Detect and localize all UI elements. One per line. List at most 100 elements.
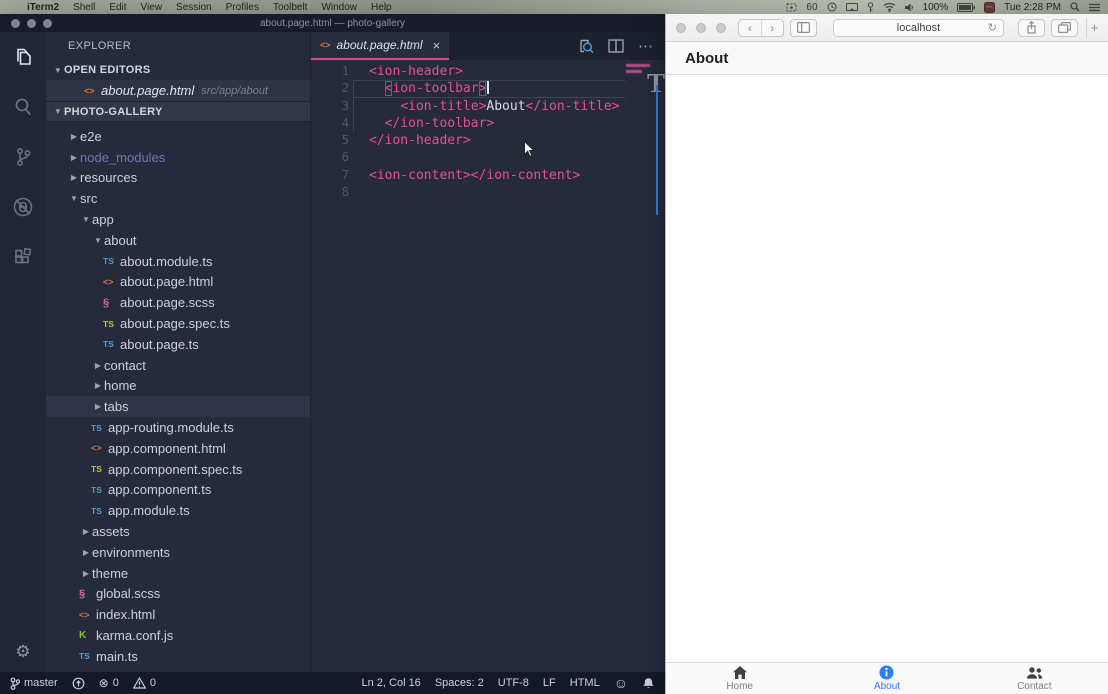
notification-center-icon[interactable] — [1089, 3, 1100, 12]
encoding-indicator[interactable]: UTF-8 — [498, 677, 529, 689]
code-line-1: 1<ion-header> — [311, 63, 665, 80]
menu-window[interactable]: Window — [314, 2, 364, 13]
notifications-bell-icon[interactable] — [642, 677, 655, 690]
chevron-down-icon: ▼ — [92, 236, 104, 245]
tree-item-app.component.spec.ts[interactable]: TSapp.component.spec.ts — [46, 459, 310, 480]
minimap[interactable] — [626, 70, 642, 73]
extensions-icon[interactable] — [10, 244, 36, 270]
tab-about[interactable]: About — [813, 663, 960, 694]
close-window-button[interactable] — [676, 23, 686, 33]
tree-item-app.component.html[interactable]: <>app.component.html — [46, 438, 310, 459]
tree-item-label: theme — [92, 566, 128, 581]
tree-item-tabs[interactable]: ▶tabs — [46, 396, 310, 417]
more-actions-icon[interactable]: ⋯ — [638, 37, 653, 55]
back-button[interactable]: ‹ — [739, 20, 762, 36]
vscode-titlebar[interactable]: about.page.html — photo-gallery — [0, 14, 665, 32]
battery-icon[interactable] — [957, 3, 975, 12]
tree-item-about.page.ts[interactable]: TSabout.page.ts — [46, 334, 310, 355]
menu-shell[interactable]: Shell — [66, 2, 102, 13]
tree-item-index.html[interactable]: <>index.html — [46, 604, 310, 625]
sidebar-button[interactable] — [790, 19, 817, 37]
url-text: localhost — [897, 22, 940, 34]
clock-icon[interactable] — [827, 2, 837, 12]
new-tab-button[interactable]: + — [1086, 18, 1102, 38]
tab-about-page-html[interactable]: <> about.page.html × — [311, 32, 449, 60]
tree-item-environments[interactable]: ▶environments — [46, 542, 310, 563]
key-icon[interactable] — [867, 2, 874, 13]
line-number: 8 — [311, 184, 349, 201]
tree-item-about.module.ts[interactable]: TSabout.module.ts — [46, 251, 310, 272]
cursor-position-indicator[interactable]: Ln 2, Col 16 — [361, 677, 420, 689]
forward-button[interactable]: › — [762, 20, 784, 36]
split-editor-icon[interactable] — [608, 39, 624, 53]
debug-icon[interactable] — [10, 194, 36, 220]
code-token — [369, 81, 385, 96]
tree-item-label: src — [80, 191, 97, 206]
language-mode-indicator[interactable]: HTML — [570, 677, 600, 689]
code-editor[interactable]: 1<ion-header>2 <ion-toolbar>3 <ion-title… — [311, 60, 665, 672]
tree-item-app[interactable]: ▼app — [46, 209, 310, 230]
warnings-indicator[interactable]: 0 — [133, 677, 156, 689]
tree-item-main.ts[interactable]: TSmain.ts — [46, 646, 310, 667]
tree-item-contact[interactable]: ▶contact — [46, 355, 310, 376]
tree-item-about[interactable]: ▼about — [46, 230, 310, 251]
wifi-icon[interactable] — [883, 2, 896, 12]
open-changes-icon[interactable] — [578, 38, 594, 54]
eol-indicator[interactable]: LF — [543, 677, 556, 689]
ts-file-icon: TS — [91, 485, 108, 495]
tree-item-about.page.scss[interactable]: §about.page.scss — [46, 292, 310, 313]
tab-contact[interactable]: Contact — [961, 663, 1108, 694]
tree-item-src[interactable]: ▼src — [46, 188, 310, 209]
source-control-icon[interactable] — [10, 144, 36, 170]
menu-toolbelt[interactable]: Toolbelt — [266, 2, 314, 13]
tree-item-theme[interactable]: ▶theme — [46, 563, 310, 584]
project-header[interactable]: ▼ PHOTO-GALLERY — [46, 101, 310, 122]
tree-item-e2e[interactable]: ▶e2e — [46, 126, 310, 147]
screenshot-icon[interactable] — [786, 3, 797, 12]
search-icon[interactable] — [10, 94, 36, 120]
menu-iterm2[interactable]: iTerm2 — [20, 2, 66, 13]
tab-overview-button[interactable] — [1051, 19, 1078, 37]
minimap[interactable] — [626, 64, 650, 67]
tree-item-app-routing.module.ts[interactable]: TSapp-routing.module.ts — [46, 417, 310, 438]
tree-item-home[interactable]: ▶home — [46, 376, 310, 397]
address-bar[interactable]: localhost ↻ — [833, 19, 1004, 37]
tree-item-about.page.spec.ts[interactable]: TSabout.page.spec.ts — [46, 313, 310, 334]
menu-session[interactable]: Session — [169, 2, 219, 13]
share-button[interactable] — [1018, 19, 1045, 37]
editor-tab-bar: <> about.page.html × ⋯ — [311, 32, 665, 60]
tree-item-app.module.ts[interactable]: TSapp.module.ts — [46, 500, 310, 521]
files-icon[interactable] — [10, 44, 36, 70]
menu-edit[interactable]: Edit — [102, 2, 133, 13]
tree-item-resources[interactable]: ▶resources — [46, 168, 310, 189]
minimize-window-button[interactable] — [696, 23, 706, 33]
open-editor-item[interactable]: <> about.page.html src/app/about — [46, 80, 310, 101]
tab-home[interactable]: Home — [666, 663, 813, 694]
tree-item-about.page.html[interactable]: <>about.page.html — [46, 272, 310, 293]
volume-icon[interactable] — [905, 3, 914, 12]
indentation-indicator[interactable]: Spaces: 2 — [435, 677, 484, 689]
zoom-window-button[interactable] — [716, 23, 726, 33]
open-editors-header[interactable]: ▼ OPEN EDITORS — [46, 60, 310, 80]
settings-gear-icon[interactable]: ⚙ — [0, 642, 46, 662]
sync-icon[interactable] — [72, 677, 85, 690]
menu-view[interactable]: View — [134, 2, 170, 13]
tree-item-karma.conf.js[interactable]: Kkarma.conf.js — [46, 625, 310, 646]
tree-item-assets[interactable]: ▶assets — [46, 521, 310, 542]
spotlight-search-icon[interactable] — [1070, 2, 1080, 12]
close-tab-icon[interactable]: × — [433, 38, 441, 53]
menu-clock[interactable]: Tue 2:28 PM — [1004, 2, 1061, 13]
feedback-smiley-icon[interactable]: ☺ — [614, 675, 628, 691]
errors-indicator[interactable]: ⊗ 0 — [99, 676, 119, 690]
menu-profiles[interactable]: Profiles — [219, 2, 266, 13]
input-source-flag-icon[interactable] — [984, 2, 995, 13]
git-branch-indicator[interactable]: master — [10, 677, 58, 690]
tab-label: Home — [726, 681, 753, 692]
tree-item-node_modules[interactable]: ▶node_modules — [46, 147, 310, 168]
tree-item-global.scss[interactable]: §global.scss — [46, 584, 310, 605]
tree-item-app.component.ts[interactable]: TSapp.component.ts — [46, 480, 310, 501]
display-mirroring-icon[interactable] — [846, 3, 858, 12]
sixty-indicator[interactable]: 60 — [806, 2, 817, 13]
menu-help[interactable]: Help — [364, 2, 399, 13]
reload-icon[interactable]: ↻ — [988, 21, 997, 34]
